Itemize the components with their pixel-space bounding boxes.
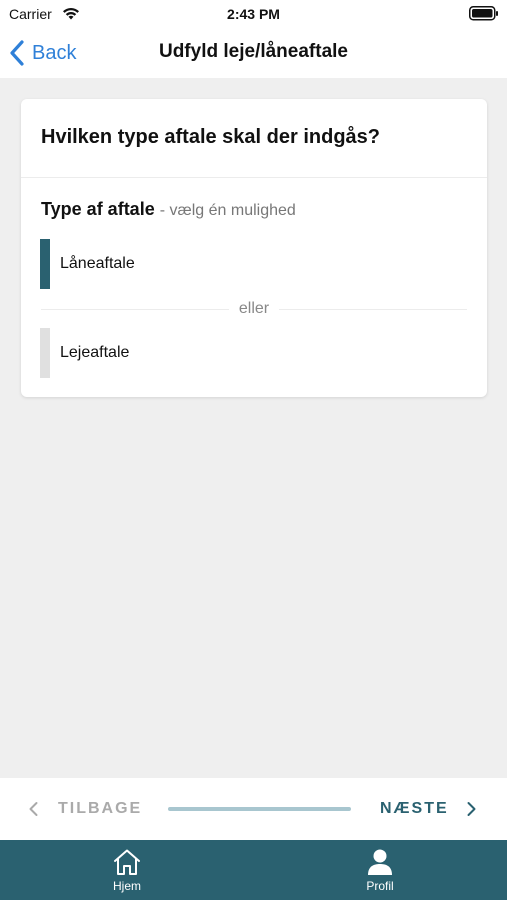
section-heading-label: Type af aftale — [41, 199, 155, 219]
option-label: Lejeaftale — [60, 344, 130, 361]
progress-bar — [168, 807, 351, 811]
option-selected-indicator — [40, 239, 50, 289]
option-label: Låneaftale — [60, 255, 135, 272]
next-label: NÆSTE — [380, 800, 449, 817]
section-hint: - vælg én mulighed — [159, 202, 296, 219]
section-heading: Type af aftale - vælg én mulighed — [41, 199, 296, 220]
tab-home[interactable]: Hjem — [87, 848, 167, 893]
option-lejeaftale[interactable]: Lejeaftale — [40, 328, 468, 378]
chevron-right-icon — [467, 802, 476, 816]
navigation-bar: Back Udfyld leje/låneaftale — [0, 28, 507, 78]
card-title: Hvilken type aftale skal der indgås? — [41, 126, 381, 148]
status-time: 2:43 PM — [227, 6, 280, 22]
option-laaneaftale[interactable]: Låneaftale — [40, 239, 468, 289]
option-unselected-indicator — [40, 328, 50, 378]
page-title: Udfyld leje/låneaftale — [158, 41, 348, 62]
card-header: Hvilken type aftale skal der indgås? — [21, 99, 487, 178]
home-icon — [114, 849, 140, 875]
tab-profile[interactable]: Profil — [340, 848, 420, 893]
battery-icon — [469, 6, 498, 21]
tab-bar: Hjem Profil — [0, 840, 507, 900]
previous-label: TILBAGE — [58, 800, 143, 817]
tab-label: Hjem — [112, 879, 141, 893]
tab-label: Profil — [366, 879, 394, 893]
or-divider: eller — [41, 299, 467, 319]
agreement-type-card: Hvilken type aftale skal der indgås? Typ… — [21, 99, 487, 397]
divider-text: eller — [228, 300, 280, 317]
next-button[interactable]: NÆSTE — [380, 798, 477, 820]
previous-button[interactable]: TILBAGE — [28, 798, 142, 820]
status-bar: Carrier 2:43 PM — [0, 0, 507, 28]
profile-icon — [368, 849, 392, 875]
step-navigation: TILBAGE NÆSTE — [0, 778, 507, 840]
chevron-left-icon — [29, 802, 38, 816]
